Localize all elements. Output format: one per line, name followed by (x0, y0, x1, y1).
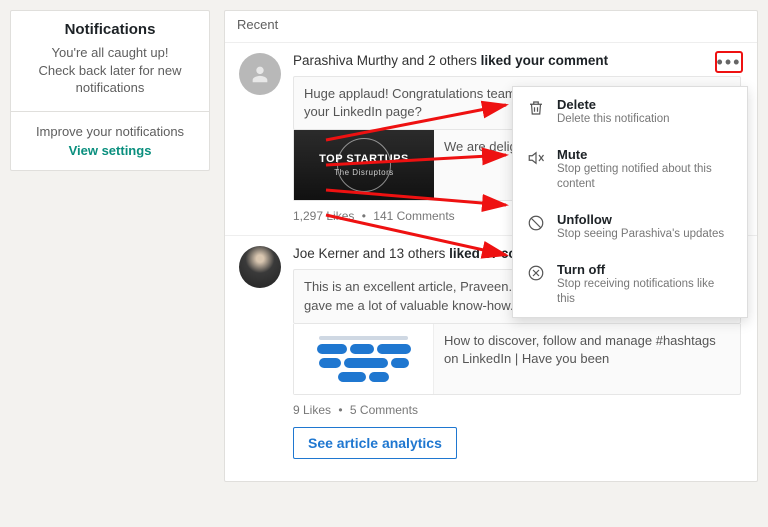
avatar (239, 246, 281, 288)
actor-names: Parashiva Murthy and 2 others (293, 53, 477, 68)
notification-headline: Parashiva Murthy and 2 others liked your… (293, 53, 741, 68)
actor-names: Joe Kerner and 13 others (293, 246, 445, 261)
dropdown-subtitle: Stop seeing Parashiva's updates (557, 227, 735, 242)
unfollow-icon (525, 212, 547, 242)
dropdown-item-delete[interactable]: Delete Delete this notification (513, 87, 747, 137)
action-text: liked your comment (481, 53, 609, 68)
sidebar-caughtup: You're all caught up! Check back later f… (23, 44, 197, 97)
likes-count: 1,297 Likes (293, 209, 354, 223)
see-analytics-button[interactable]: See article analytics (293, 427, 457, 459)
avatar-placeholder-icon (239, 53, 281, 95)
dropdown-title: Unfollow (557, 212, 735, 227)
dropdown-subtitle: Stop receiving notifications like this (557, 277, 735, 307)
engagement-stats: 9 Likes • 5 Comments (293, 403, 741, 417)
caughtup-line1: You're all caught up! (52, 45, 169, 60)
dropdown-title: Mute (557, 147, 735, 162)
caughtup-line2: Check back later for new notifications (38, 63, 181, 96)
dropdown-subtitle: Delete this notification (557, 112, 735, 127)
dropdown-item-mute[interactable]: Mute Stop getting notified about this co… (513, 137, 747, 202)
media-text: How to discover, follow and manage #hash… (434, 324, 740, 394)
dropdown-title: Turn off (557, 262, 735, 277)
dropdown-title: Delete (557, 97, 735, 112)
mute-icon (525, 147, 547, 192)
media-preview[interactable]: How to discover, follow and manage #hash… (293, 324, 741, 395)
improve-text: Improve your notifications (23, 124, 197, 139)
dropdown-item-unfollow[interactable]: Unfollow Stop seeing Parashiva's updates (513, 202, 747, 252)
likes-count: 9 Likes (293, 403, 331, 417)
dropdown-subtitle: Stop getting notified about this content (557, 162, 735, 192)
turnoff-icon (525, 262, 547, 307)
media-thumbnail (294, 324, 434, 394)
view-settings-link[interactable]: View settings (23, 143, 197, 158)
ellipsis-icon: ••• (717, 57, 742, 67)
notification-options-dropdown: Delete Delete this notification Mute Sto… (512, 86, 748, 318)
sidebar-title: Notifications (23, 21, 197, 38)
trash-icon (525, 97, 547, 127)
more-options-button[interactable]: ••• (715, 51, 743, 73)
comments-count: 5 Comments (350, 403, 418, 417)
dropdown-item-turnoff[interactable]: Turn off Stop receiving notifications li… (513, 252, 747, 317)
comments-count: 141 Comments (373, 209, 454, 223)
recent-header: Recent (225, 11, 757, 42)
media-thumbnail: TOP STARTUPS The Disruptors (294, 130, 434, 200)
